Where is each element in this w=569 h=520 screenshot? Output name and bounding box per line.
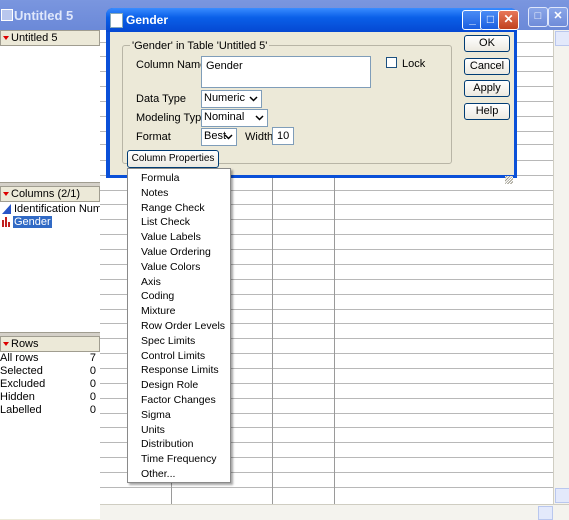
column-item[interactable]: Gender xyxy=(0,216,100,229)
bg-close-button[interactable]: ✕ xyxy=(548,7,568,27)
row-stat: Labelled 0 xyxy=(0,404,96,416)
menu-item[interactable]: Control Limits xyxy=(141,350,205,362)
menu-item[interactable]: List Check xyxy=(141,216,190,228)
column-properties-menu: Formula Notes Range Check List Check Value L… xyxy=(127,168,231,483)
menu-item[interactable]: Notes xyxy=(141,187,168,199)
row-stat: Selected 0 xyxy=(0,365,96,377)
rows-panel-header[interactable]: Rows xyxy=(0,336,100,352)
columns-panel-header[interactable]: Columns (2/1) xyxy=(0,186,100,202)
width-label: Width xyxy=(245,131,274,143)
menu-item[interactable]: Formula xyxy=(141,172,180,184)
format-label: Format xyxy=(136,131,171,143)
continuous-icon xyxy=(2,204,11,214)
column-name-field[interactable]: Gender xyxy=(201,56,371,88)
chevron-down-icon xyxy=(249,96,258,102)
menu-item[interactable]: Factor Changes xyxy=(141,394,216,406)
menu-item[interactable]: Other... xyxy=(141,468,175,480)
menu-item[interactable]: Distribution xyxy=(141,438,194,450)
app-icon xyxy=(1,9,13,21)
left-panel: Untitled 5 Columns (2/1) Identification … xyxy=(0,30,108,519)
apply-button[interactable]: Apply xyxy=(464,80,510,97)
menu-item[interactable]: Time Frequency xyxy=(141,453,216,465)
menu-item[interactable]: Response Limits xyxy=(141,364,219,376)
rows-header-label: Rows xyxy=(11,338,39,350)
width-field[interactable]: 10 xyxy=(272,127,294,145)
dialog-app-icon xyxy=(110,13,123,28)
column-properties-button[interactable]: Column Properties xyxy=(127,150,219,178)
table-name: Untitled 5 xyxy=(11,32,58,44)
menu-item[interactable]: Row Order Levels xyxy=(141,320,225,332)
cancel-button[interactable]: Cancel xyxy=(464,58,510,75)
horizontal-scrollbar[interactable] xyxy=(100,504,569,520)
row-stat: Hidden 0 xyxy=(0,391,96,403)
menu-item[interactable]: Sigma xyxy=(141,409,171,421)
lock-checkbox[interactable] xyxy=(386,57,397,68)
modeling-type-select[interactable]: Nominal xyxy=(201,109,268,127)
menu-item[interactable]: Range Check xyxy=(141,202,205,214)
grid-row-line xyxy=(100,487,553,488)
disclosure-triangle-icon[interactable] xyxy=(3,192,9,196)
dialog-title-bar[interactable]: Gender _ □ ✕ xyxy=(106,8,519,32)
group-label: 'Gender' in Table 'Untitled 5' xyxy=(130,40,270,52)
scroll-right-arrow-icon[interactable] xyxy=(538,506,553,520)
modeling-type-label: Modeling Type xyxy=(136,112,208,124)
lock-label: Lock xyxy=(402,58,426,70)
background-window-title: Untitled 5 xyxy=(14,8,74,23)
menu-item[interactable]: Design Role xyxy=(141,379,198,391)
row-stat: All rows 7 xyxy=(0,352,96,364)
menu-item[interactable]: Value Labels xyxy=(141,231,201,243)
scroll-down-arrow-icon[interactable] xyxy=(555,488,569,503)
vertical-scrollbar[interactable] xyxy=(553,30,569,504)
ok-button[interactable]: OK xyxy=(464,35,510,52)
menu-item[interactable]: Axis xyxy=(141,276,161,288)
scroll-up-arrow-icon[interactable] xyxy=(555,31,569,46)
column-name: Identification Numb xyxy=(14,203,109,215)
chevron-down-icon xyxy=(255,115,264,121)
column-name-selected: Gender xyxy=(13,216,52,228)
menu-item[interactable]: Units xyxy=(141,424,165,436)
help-button[interactable]: Help xyxy=(464,103,510,120)
disclosure-triangle-icon[interactable] xyxy=(3,342,9,346)
column-name-label: Column Name xyxy=(136,59,207,71)
row-stat: Excluded 0 xyxy=(0,378,96,390)
column-item[interactable]: Identification Numb xyxy=(0,203,108,216)
chevron-down-icon xyxy=(224,134,233,140)
format-select[interactable]: Best xyxy=(201,128,237,146)
bg-maximize-button[interactable]: □ xyxy=(528,7,548,27)
menu-item[interactable]: Coding xyxy=(141,290,174,302)
table-panel-header[interactable]: Untitled 5 xyxy=(0,30,100,46)
resize-grip-icon[interactable] xyxy=(505,176,513,184)
menu-item[interactable]: Mixture xyxy=(141,305,175,317)
disclosure-triangle-icon[interactable] xyxy=(3,36,9,40)
close-button[interactable]: ✕ xyxy=(498,10,519,30)
data-type-label: Data Type xyxy=(136,93,186,105)
columns-header-label: Columns (2/1) xyxy=(11,188,81,200)
nominal-icon xyxy=(2,217,10,227)
menu-item[interactable]: Spec Limits xyxy=(141,335,195,347)
menu-item[interactable]: Value Ordering xyxy=(141,246,211,258)
menu-item[interactable]: Value Colors xyxy=(141,261,200,273)
data-type-select[interactable]: Numeric xyxy=(201,90,262,108)
dialog-title: Gender xyxy=(126,13,169,27)
rows-info: All rows 7 Selected 0 Excluded 0 Hidden 0 La… xyxy=(0,352,98,422)
